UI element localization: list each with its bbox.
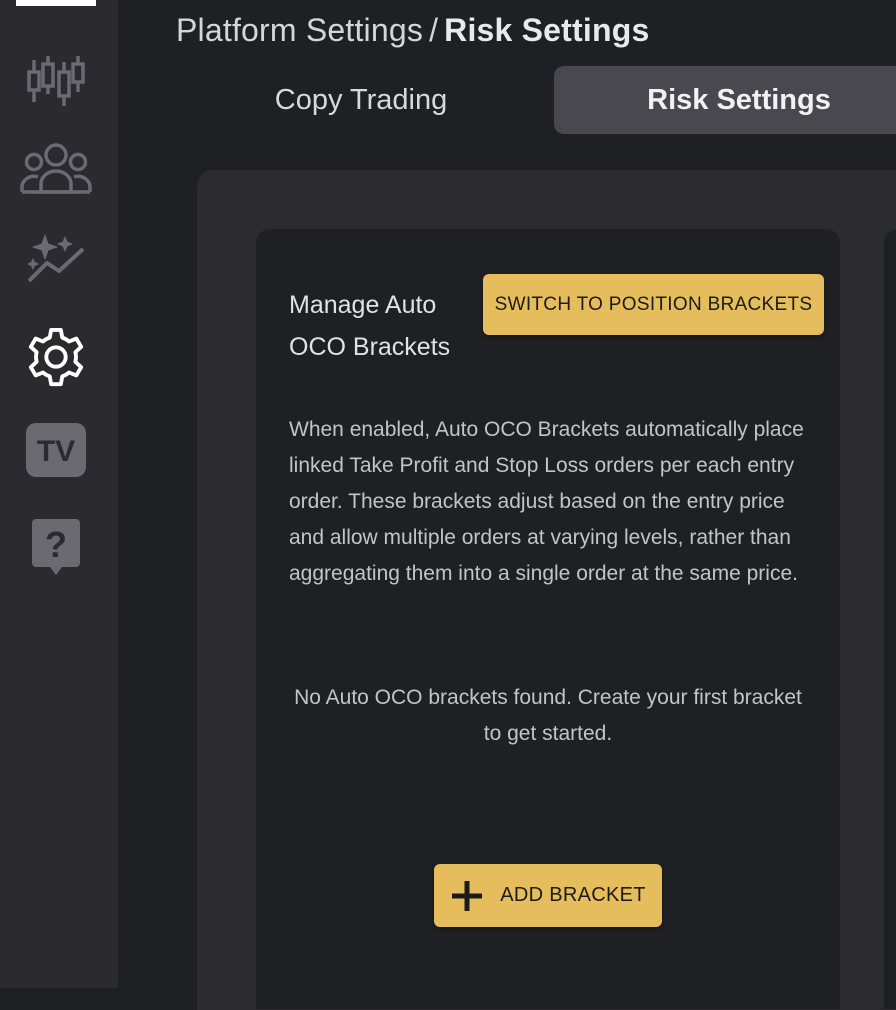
sparkle-trend-icon[interactable] xyxy=(24,230,88,286)
sidebar: TV ? xyxy=(0,0,118,988)
tab-copy-trading[interactable]: Copy Trading xyxy=(236,66,486,134)
switch-to-position-brackets-button[interactable]: SWITCH TO POSITION BRACKETS xyxy=(483,274,824,335)
logo xyxy=(16,0,96,6)
svg-text:?: ? xyxy=(45,524,67,565)
help-icon[interactable]: ? xyxy=(28,516,84,578)
add-bracket-button[interactable]: ADD BRACKET xyxy=(434,864,662,927)
card-title: Manage Auto OCO Brackets xyxy=(289,291,451,361)
plus-icon xyxy=(450,879,484,913)
tradingview-icon[interactable]: TV xyxy=(24,421,88,479)
breadcrumb-parent[interactable]: Platform Settings xyxy=(176,12,423,48)
svg-text:TV: TV xyxy=(37,435,75,468)
users-group-icon[interactable] xyxy=(18,140,94,196)
breadcrumb-current: Risk Settings xyxy=(444,12,650,48)
next-card-edge xyxy=(884,229,896,1009)
add-bracket-label: ADD BRACKET xyxy=(500,884,646,906)
tab-risk-settings[interactable]: Risk Settings xyxy=(554,66,896,134)
gear-icon[interactable] xyxy=(24,326,88,388)
empty-state-message: No Auto OCO brackets found. Create your … xyxy=(294,686,802,745)
breadcrumb-separator: / xyxy=(429,12,439,48)
candlestick-chart-icon[interactable] xyxy=(24,52,88,110)
breadcrumb: Platform Settings / Risk Settings xyxy=(176,12,649,49)
card-description: When enabled, Auto OCO Brackets automati… xyxy=(289,418,804,585)
